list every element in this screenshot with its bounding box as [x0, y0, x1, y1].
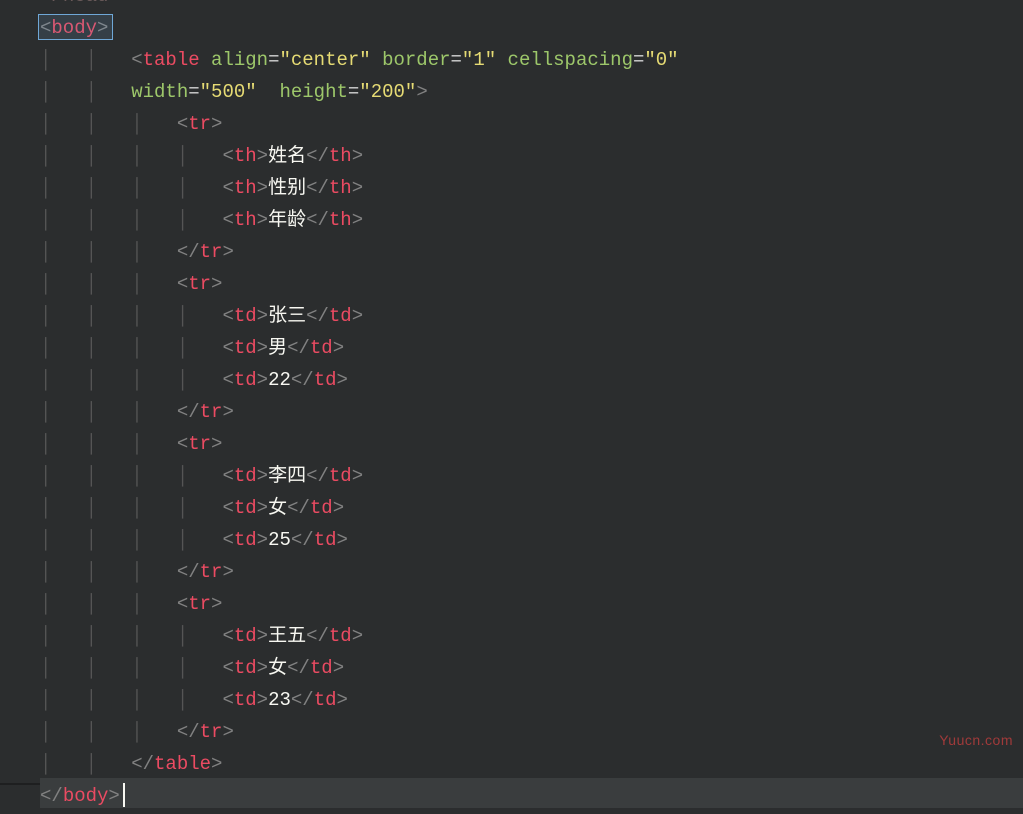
code-line[interactable]: </head>	[40, 0, 1023, 12]
code-line[interactable]: │ │ │ │ <td>王五</td>	[40, 620, 1023, 652]
code-line[interactable]: │ │ │ │ <td>女</td>	[40, 652, 1023, 684]
code-line[interactable]: │ │ │ │ <th>年龄</th>	[40, 204, 1023, 236]
code-line[interactable]: │ │ </table>	[40, 748, 1023, 780]
code-line[interactable]: │ │ │ </tr>	[40, 556, 1023, 588]
code-line[interactable]: │ │ │ │ <td>23</td>	[40, 684, 1023, 716]
code-line[interactable]: │ │ │ │ <td>李四</td>	[40, 460, 1023, 492]
code-line[interactable]: │ │ │ <tr>	[40, 108, 1023, 140]
code-line[interactable]: │ │ │ │ <th>性别</th>	[40, 172, 1023, 204]
code-line[interactable]: │ │ <table align="center" border="1" cel…	[40, 44, 1023, 76]
code-line[interactable]: │ │ │ <tr>	[40, 428, 1023, 460]
code-line[interactable]: │ │ │ │ <th>姓名</th>	[40, 140, 1023, 172]
code-line[interactable]: │ │ │ │ <td>张三</td>	[40, 300, 1023, 332]
watermark-text: Yuucn.com	[939, 724, 1013, 756]
code-line[interactable]: │ │ │ <tr>	[40, 588, 1023, 620]
code-line[interactable]: │ │ │ </tr>	[40, 236, 1023, 268]
code-line[interactable]: │ │ │ │ <td>22</td>	[40, 364, 1023, 396]
code-line[interactable]: │ │ │ │ <td>25</td>	[40, 524, 1023, 556]
code-line[interactable]: <body>	[40, 12, 1023, 44]
code-line[interactable]: │ │ │ <tr>	[40, 268, 1023, 300]
code-line[interactable]: │ │ │ </tr>	[40, 716, 1023, 748]
code-line[interactable]: │ │ │ │ <td>男</td>	[40, 332, 1023, 364]
code-line[interactable]: │ │ │ </tr>	[40, 396, 1023, 428]
code-line[interactable]: │ │ width="500" height="200">	[40, 76, 1023, 108]
code-line[interactable]: │ │ │ │ <td>女</td>	[40, 492, 1023, 524]
